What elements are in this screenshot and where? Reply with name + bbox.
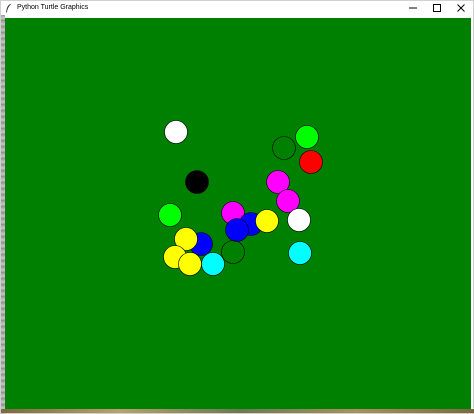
ball-11 xyxy=(225,218,249,242)
ball-19 xyxy=(201,252,225,276)
ball-1 xyxy=(164,120,188,144)
close-button[interactable] xyxy=(449,1,473,15)
ball-8 xyxy=(158,203,182,227)
feather-icon xyxy=(6,3,12,13)
bottom-edge-strip xyxy=(1,409,474,413)
minimize-icon xyxy=(409,7,417,9)
minimize-button[interactable] xyxy=(401,1,425,15)
ball-18 xyxy=(178,252,202,276)
ball-2 xyxy=(295,125,319,149)
ball-3 xyxy=(272,136,296,160)
ball-16 xyxy=(221,240,245,264)
title-bar[interactable]: Python Turtle Graphics xyxy=(1,1,473,15)
ball-12 xyxy=(255,209,279,233)
ball-20 xyxy=(288,241,312,265)
canvas-drawing xyxy=(158,120,323,276)
ball-4 xyxy=(299,150,323,174)
turtle-window: Python Turtle Graphics xyxy=(0,0,474,414)
window-controls xyxy=(401,1,473,15)
close-icon xyxy=(457,4,465,12)
turtle-canvas[interactable] xyxy=(5,18,471,410)
maximize-icon xyxy=(433,4,441,12)
maximize-button[interactable] xyxy=(425,1,449,15)
window-title: Python Turtle Graphics xyxy=(17,4,89,11)
ball-13 xyxy=(287,208,311,232)
ball-5 xyxy=(185,170,209,194)
